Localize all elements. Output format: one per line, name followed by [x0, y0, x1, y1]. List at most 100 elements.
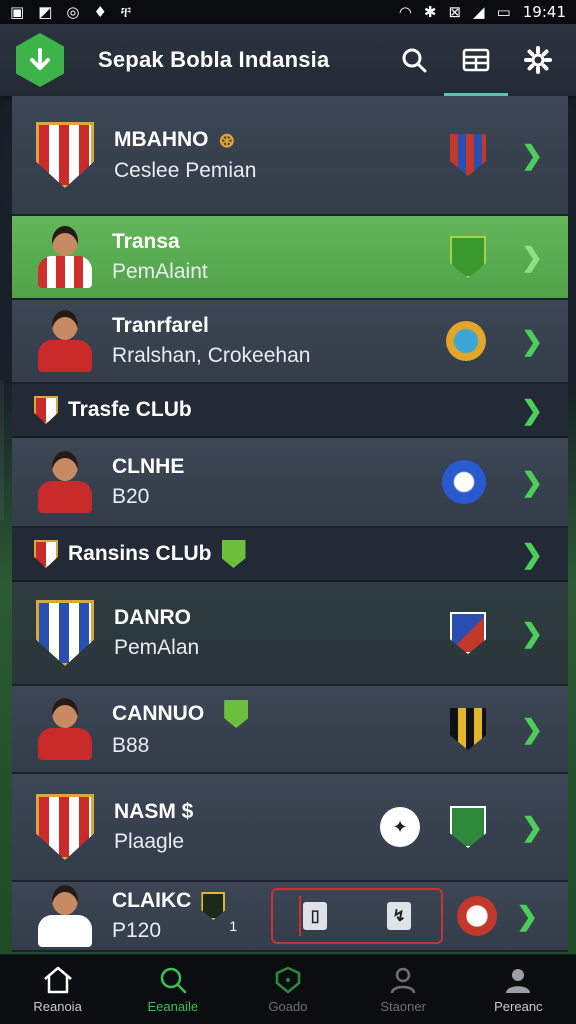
club-crest-icon: [36, 600, 94, 666]
profile-icon: [506, 969, 531, 993]
club-badge-icon: [450, 612, 486, 654]
no-signal-icon: ⊠: [448, 3, 462, 21]
item-name: CANNUO: [112, 702, 205, 725]
app-header: Sepak Bobla Indansia: [0, 24, 576, 96]
app-icon: ◩: [38, 3, 53, 21]
item-count: 1: [229, 918, 238, 934]
nav-label: Staoner: [380, 999, 426, 1014]
item-subtitle: B20: [112, 485, 150, 508]
antenna-icon: ቸ: [120, 3, 132, 21]
item-subtitle: PemAlan: [114, 636, 200, 659]
club-badge-icon: [450, 236, 486, 278]
list-item[interactable]: CLAIKC P120 1 ▯ ↯ ❯: [12, 882, 568, 952]
chevron-right-icon[interactable]: ❯: [512, 321, 552, 361]
nav-label: Reanoia: [33, 999, 82, 1014]
nav-home[interactable]: Reanoia: [3, 965, 113, 1014]
chevron-right-icon[interactable]: ❯: [507, 896, 547, 936]
nav-search[interactable]: Eeanaile: [118, 965, 228, 1014]
settings-button[interactable]: [516, 38, 560, 82]
compare-box[interactable]: ▯ ↯: [271, 888, 444, 944]
item-subtitle: B88: [112, 734, 150, 757]
table-button[interactable]: [444, 38, 508, 96]
chevron-right-icon[interactable]: ❯: [512, 462, 552, 502]
chevron-right-icon[interactable]: ❯: [512, 135, 552, 175]
gold-badge-icon: ⊛: [218, 129, 236, 152]
shield-icon: [275, 966, 301, 994]
nav-label: Pereanc: [494, 999, 543, 1014]
section-header-transfer-club: Trasfe CLUb ❯: [12, 384, 568, 438]
item-name: CLNHE: [112, 455, 185, 478]
app-title: Sepak Bobla Indansia: [98, 47, 330, 72]
item-name: Tranrfarel: [112, 314, 209, 337]
status-bar: ▣ ◩ ◎ ♦ ቸ ◠ ✱ ⊠ ◢ ▭ 19:41: [0, 0, 576, 24]
swap-button[interactable]: ✦: [380, 807, 420, 847]
list-item[interactable]: NASM $ Plaagle ✦ ❯: [12, 774, 568, 882]
list-item[interactable]: CLNHE B20 ❯: [12, 438, 568, 528]
list-item[interactable]: Tranrfarel Rralshan, Crokeehan ❯: [12, 300, 568, 384]
chevron-right-icon[interactable]: ❯: [512, 807, 552, 847]
nav-label: Goado: [268, 999, 308, 1014]
chevron-right-icon[interactable]: ❯: [512, 390, 552, 430]
club-badge-icon: [457, 896, 498, 936]
section-title: Trasfe CLUb: [68, 398, 192, 421]
club-badge-icon: [450, 806, 486, 848]
sync-icon: ◎: [66, 3, 80, 21]
battery-icon: ▭: [496, 3, 511, 21]
app-logo-icon[interactable]: [16, 33, 64, 87]
section-header-ransins-club: Ransins CLUb ❯: [12, 528, 568, 582]
item-name: NASM $: [114, 800, 194, 823]
nav-shield[interactable]: Goado: [233, 965, 343, 1014]
club-badge-icon: [450, 134, 486, 176]
status-time: 19:41: [522, 3, 566, 21]
nav-profile[interactable]: Pereanc: [463, 965, 573, 1014]
item-name: Transa: [112, 230, 180, 253]
signal-icon: ◢: [473, 3, 485, 21]
swap-icon: ✦: [392, 816, 408, 837]
item-subtitle: PemAlaint: [112, 260, 208, 283]
transfer-list: MBAHNO ⊛ Ceslee Pemian ❯ Transa PemAlain…: [12, 96, 568, 952]
item-subtitle: Plaagle: [114, 830, 185, 853]
item-subtitle: Rralshan, Crokeehan: [112, 344, 311, 367]
club-badge-icon: [450, 708, 486, 750]
club-badge-icon: [224, 700, 249, 728]
user-icon: [390, 967, 416, 994]
item-subtitle: Ceslee Pemian: [114, 158, 257, 182]
item-name: DANRO: [114, 606, 191, 629]
player-avatar: [36, 308, 92, 374]
search-button[interactable]: [392, 38, 436, 82]
chevron-right-icon[interactable]: ❯: [512, 709, 552, 749]
club-badge-icon: [201, 892, 226, 920]
bottom-navigation: Reanoia Eeanaile Goado Staoner Pereanc: [0, 954, 576, 1024]
list-item[interactable]: MBAHNO ⊛ Ceslee Pemian ❯: [12, 96, 568, 216]
section-title: Ransins CLUb: [68, 542, 212, 565]
player-avatar: [36, 224, 92, 290]
item-name: MBAHNO: [114, 128, 209, 151]
list-item[interactable]: CANNUO B88 ❯: [12, 686, 568, 774]
player-avatar: [36, 449, 92, 515]
chevron-right-icon[interactable]: ❯: [512, 237, 552, 277]
notification-icon: ▣: [10, 3, 25, 21]
search-icon: [160, 967, 187, 994]
club-crest-icon: [34, 540, 58, 568]
search-icon: [402, 48, 427, 73]
club-badge-icon: [442, 460, 486, 504]
list-item[interactable]: Transa PemAlaint ❯: [12, 216, 568, 300]
table-icon: [462, 48, 490, 72]
document-icon[interactable]: ▯: [303, 902, 328, 930]
chevron-right-icon[interactable]: ❯: [512, 534, 552, 574]
list-item[interactable]: DANRO PemAlan ❯: [12, 582, 568, 686]
club-crest-icon: [36, 122, 94, 188]
bluetooth-icon: ✱: [423, 3, 437, 21]
item-name: CLAIKC: [112, 889, 192, 912]
item-subtitle: P120: [112, 919, 162, 942]
swap-icon[interactable]: ↯: [387, 902, 412, 930]
club-badge-icon: [221, 540, 246, 568]
nav-label: Eeanaile: [147, 999, 199, 1014]
wifi-icon: ◠: [398, 3, 412, 21]
club-crest-icon: [34, 396, 58, 424]
settings-icon: [524, 46, 552, 74]
chevron-right-icon[interactable]: ❯: [512, 613, 552, 653]
location-icon: ♦: [93, 3, 107, 21]
nav-player[interactable]: Staoner: [348, 965, 458, 1014]
club-crest-icon: [36, 794, 94, 860]
